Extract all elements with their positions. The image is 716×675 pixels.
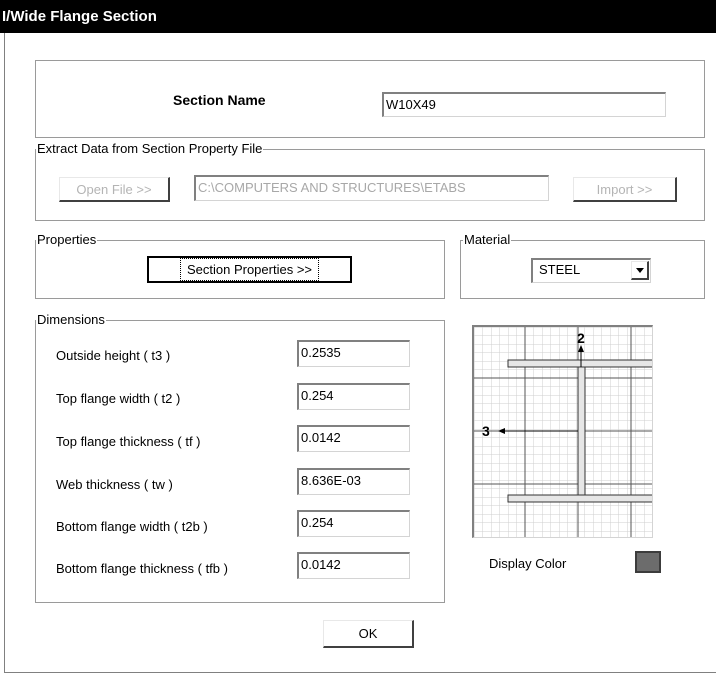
window-title: I/Wide Flange Section	[2, 8, 157, 25]
file-path-field[interactable]: C:\COMPUTERS AND STRUCTURES\ETABS	[194, 175, 549, 201]
dim-label-web-thickness: Web thickness ( tw )	[56, 477, 173, 492]
display-color-swatch[interactable]	[635, 551, 661, 573]
dim-label-top-flange-thickness: Top flange thickness ( tf )	[56, 434, 201, 449]
dim-input-web-thickness[interactable]: 8.636E-03	[297, 468, 410, 495]
ok-button[interactable]: OK	[323, 620, 414, 648]
section-properties-label: Section Properties >>	[179, 258, 320, 281]
dim-input-top-flange-thickness[interactable]: 0.0142	[297, 425, 410, 452]
section-name-label: Section Name	[173, 92, 266, 108]
import-button[interactable]: Import >>	[573, 177, 677, 202]
dim-label-bottom-flange-thickness: Bottom flange thickness ( tfb )	[56, 561, 228, 576]
dim-input-outside-height[interactable]: 0.2535	[297, 340, 410, 367]
material-legend: Material	[463, 232, 512, 248]
dim-input-bottom-flange-thickness[interactable]: 0.0142	[297, 552, 410, 579]
properties-legend: Properties	[36, 232, 98, 248]
material-selected: STEEL	[539, 262, 581, 277]
chevron-down-icon[interactable]	[631, 261, 649, 280]
display-color-label: Display Color	[489, 556, 567, 571]
dim-label-bottom-flange-width: Bottom flange width ( t2b )	[56, 519, 208, 534]
dialog-body: Section Name W10X49 Extract Data from Se…	[4, 33, 716, 673]
axis-2-label: 2	[577, 330, 585, 346]
section-drawing: 2 3	[474, 327, 654, 537]
section-properties-button[interactable]: Section Properties >>	[147, 256, 352, 283]
dim-label-top-flange-width: Top flange width ( t2 )	[56, 391, 181, 406]
window-title-bar: I/Wide Flange Section	[0, 0, 716, 33]
open-file-button[interactable]: Open File >>	[59, 177, 170, 202]
dim-input-bottom-flange-width[interactable]: 0.254	[297, 510, 410, 537]
axis-3-label: 3	[482, 423, 490, 439]
section-name-input[interactable]: W10X49	[382, 92, 666, 117]
section-preview: 2 3	[472, 325, 654, 538]
extract-data-legend: Extract Data from Section Property File	[36, 141, 264, 157]
material-select[interactable]: STEEL	[531, 258, 651, 283]
dim-input-top-flange-width[interactable]: 0.254	[297, 383, 410, 410]
dimensions-legend: Dimensions	[36, 312, 106, 328]
dim-label-outside-height: Outside height ( t3 )	[56, 348, 171, 363]
